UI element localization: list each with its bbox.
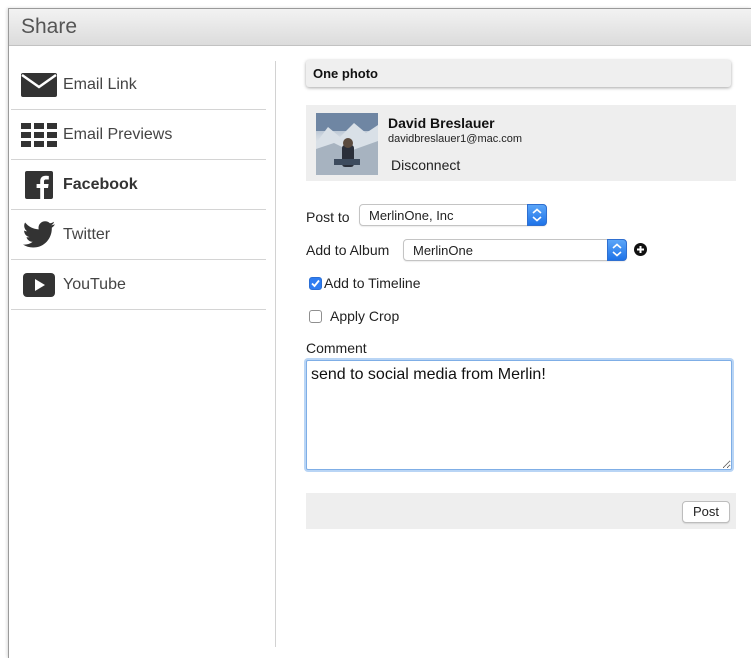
account-card: David Breslauer davidbreslauer1@mac.com … <box>306 105 736 181</box>
youtube-play-icon <box>19 269 59 301</box>
sidebar-item-label: Email Previews <box>63 125 173 143</box>
window-title: Share <box>21 15 78 38</box>
post-to-label: Post to <box>306 209 350 225</box>
album-label: Add to Album <box>306 242 390 258</box>
post-to-select[interactable]: MerlinOne, Inc <box>359 204 547 226</box>
panel-divider <box>275 61 276 647</box>
sidebar-item-label: Email Link <box>63 75 137 93</box>
envelope-icon <box>19 69 59 101</box>
comment-label: Comment <box>306 340 367 356</box>
sidebar-item-youtube[interactable]: YouTube <box>11 260 266 310</box>
comment-textarea[interactable]: send to social media from Merlin! <box>306 360 732 470</box>
sidebar-item-email-previews[interactable]: Email Previews <box>11 110 266 160</box>
sidebar-item-email-link[interactable]: Email Link <box>11 60 266 110</box>
avatar <box>316 113 378 175</box>
grid-icon <box>19 119 59 151</box>
facebook-icon <box>19 169 59 201</box>
add-to-timeline-checkbox[interactable]: Add to Timeline <box>309 275 421 291</box>
select-stepper-icon <box>527 204 547 226</box>
add-album-plus-icon[interactable] <box>634 243 647 256</box>
sidebar-item-twitter[interactable]: Twitter <box>11 210 266 260</box>
apply-crop-checkbox[interactable]: Apply Crop <box>309 308 399 324</box>
sidebar-item-label: Facebook <box>63 175 138 193</box>
section-header: One photo <box>306 60 731 87</box>
sidebar-item-facebook[interactable]: Facebook <box>11 160 266 210</box>
share-window: Share Email Link Email Previews Facebook… <box>8 8 751 658</box>
sidebar-item-label: Twitter <box>63 225 111 243</box>
twitter-bird-icon <box>19 219 59 251</box>
share-sidebar: Email Link Email Previews Facebook Twitt… <box>11 60 266 310</box>
account-name: David Breslauer <box>388 115 495 131</box>
sidebar-item-label: YouTube <box>63 275 126 293</box>
section-header-label: One photo <box>313 66 378 81</box>
checkbox-checked-icon <box>309 276 322 290</box>
action-bar: Post <box>306 493 736 529</box>
post-button[interactable]: Post <box>682 501 730 523</box>
account-email: davidbreslauer1@mac.com <box>388 133 523 145</box>
post-to-value: MerlinOne, Inc <box>369 208 454 223</box>
album-value: MerlinOne <box>413 243 473 258</box>
disconnect-button[interactable]: Disconnect <box>391 157 460 173</box>
add-to-timeline-label: Add to Timeline <box>324 275 421 291</box>
album-select[interactable]: MerlinOne <box>403 239 627 261</box>
checkbox-unchecked-icon <box>309 309 322 323</box>
select-stepper-icon <box>607 239 627 261</box>
title-bar: Share <box>9 9 751 46</box>
apply-crop-label: Apply Crop <box>330 308 400 324</box>
